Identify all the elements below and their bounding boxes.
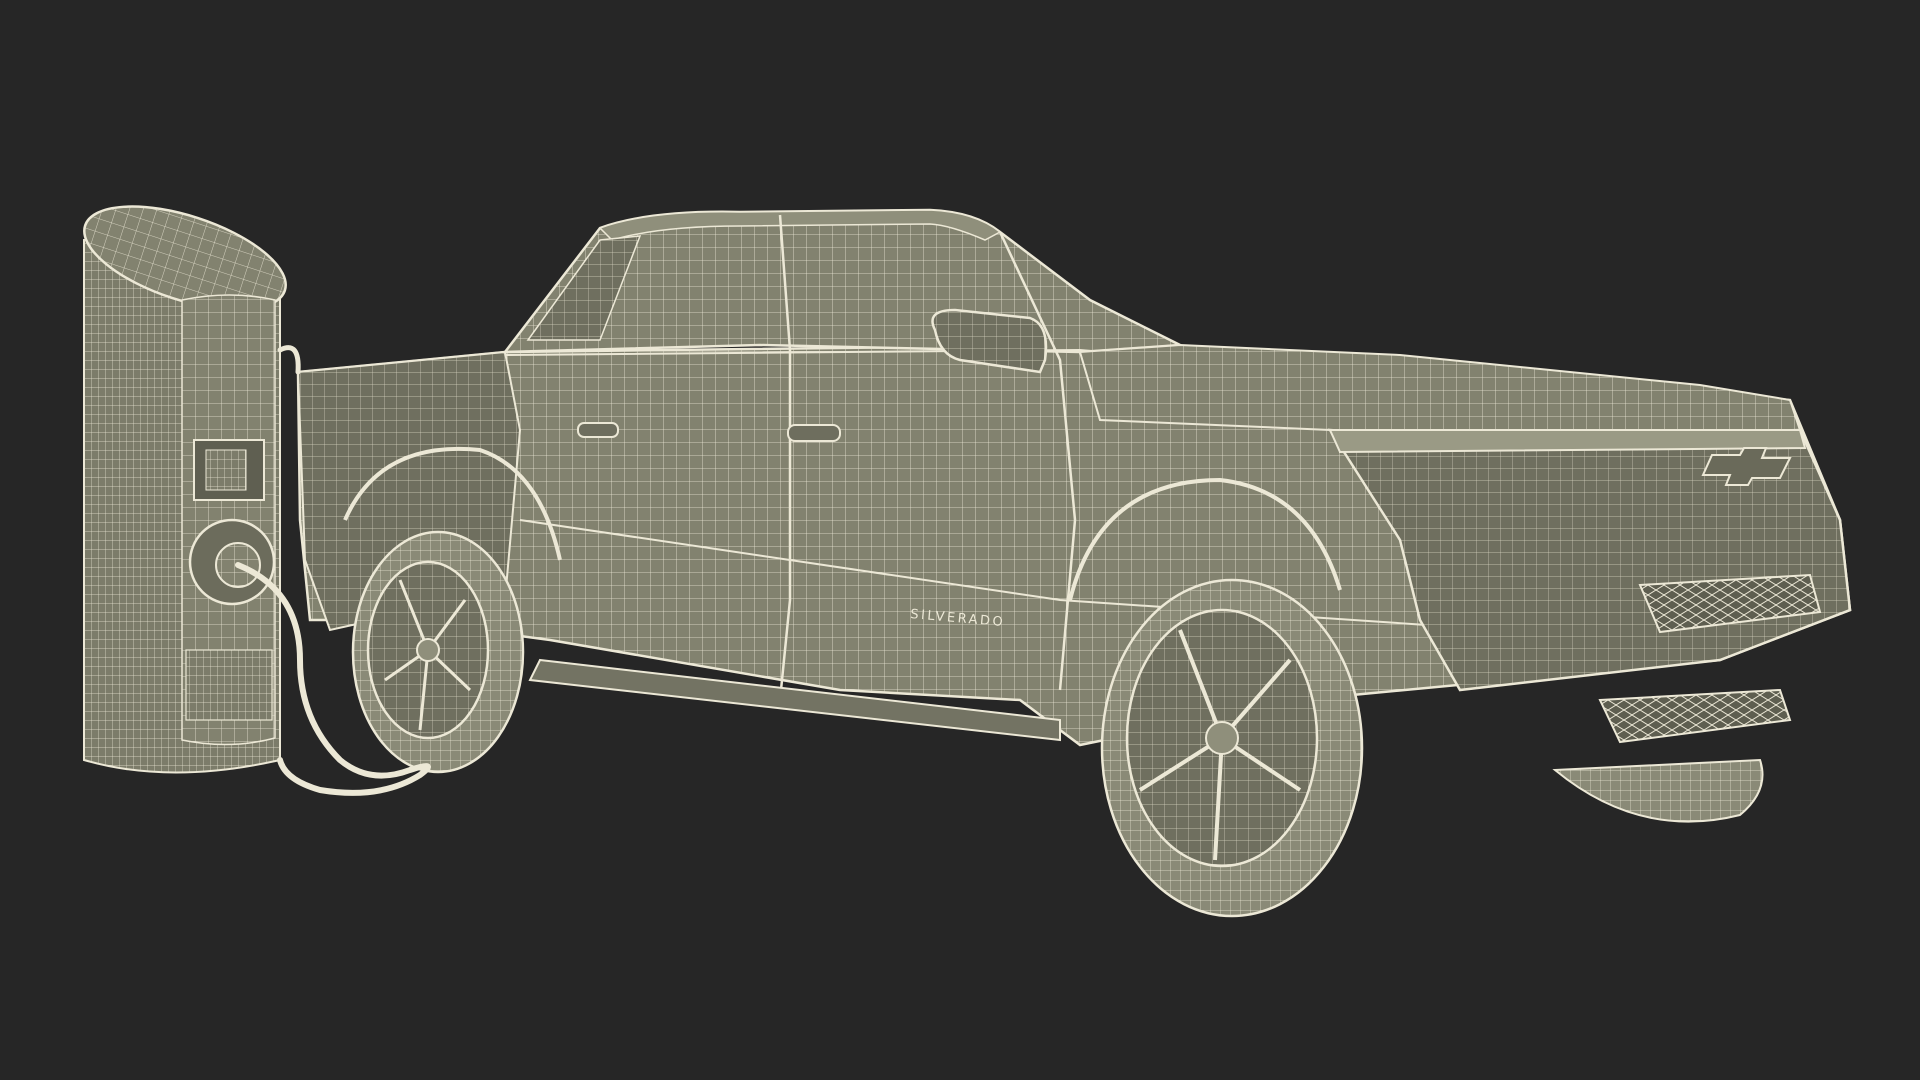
far-front-wheel — [1552, 758, 1764, 823]
wireframe-render: SILVERADO — [83, 205, 1852, 918]
rear-wheel — [351, 530, 525, 774]
headlight-bar — [1328, 429, 1807, 454]
charger-lower-panel — [185, 649, 273, 721]
charging-cable-to-truck — [277, 345, 301, 375]
charger-display-inner — [205, 449, 247, 491]
front-hub — [1205, 721, 1239, 755]
ev-charging-station — [83, 205, 287, 774]
front-door-handle — [787, 424, 841, 442]
render-viewport: SILVERADO — [0, 0, 1920, 1080]
lower-grille — [1598, 688, 1792, 744]
rear-door-handle — [577, 422, 619, 438]
pickup-truck: SILVERADO — [296, 208, 1852, 747]
front-wheel — [1100, 578, 1364, 918]
rear-hub — [416, 638, 440, 662]
